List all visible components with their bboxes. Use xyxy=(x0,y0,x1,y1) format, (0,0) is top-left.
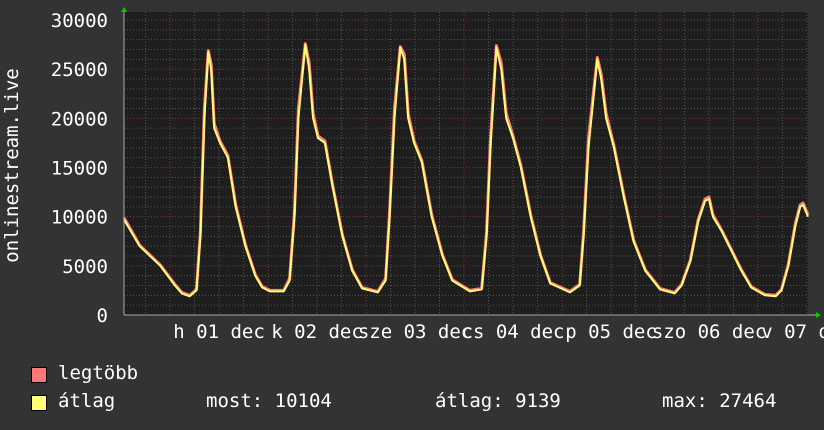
legend-swatch-avg xyxy=(31,395,47,411)
y-tick-label: 25000 xyxy=(51,59,108,81)
y-tick-label: 15000 xyxy=(51,158,108,180)
legend-swatch-max xyxy=(31,367,47,383)
plot-area xyxy=(124,12,808,315)
x-tick-label: k 02 dec xyxy=(271,321,363,343)
y-tick-label: 10000 xyxy=(51,207,108,229)
x-tick-label: v 07 dec xyxy=(761,321,824,343)
legend-label-avg: átlag xyxy=(58,390,116,412)
legend-label-max: legtöbb xyxy=(58,362,139,384)
stat-average: átlag: 9139 xyxy=(435,390,561,412)
y-tick-label: 20000 xyxy=(51,108,108,130)
y-tick-label: 5000 xyxy=(62,256,108,278)
y-tick-label: 0 xyxy=(97,305,108,327)
stat-max: max: 27464 xyxy=(662,390,777,412)
y-tick-label: 30000 xyxy=(51,10,108,32)
x-axis-arrow-icon xyxy=(816,312,821,318)
x-tick-label: cs 04 dec xyxy=(462,321,565,343)
x-tick-label: szo 06 dec xyxy=(652,321,766,343)
stat-now: most: 10104 xyxy=(206,390,332,412)
y-axis-arrow-icon xyxy=(121,7,127,12)
y-axis-label: onlinestream.live xyxy=(1,68,23,262)
x-tick-label: h 01 dec xyxy=(173,321,265,343)
x-tick-label: sze 03 dec xyxy=(358,321,472,343)
x-tick-label: p 05 dec xyxy=(565,321,657,343)
